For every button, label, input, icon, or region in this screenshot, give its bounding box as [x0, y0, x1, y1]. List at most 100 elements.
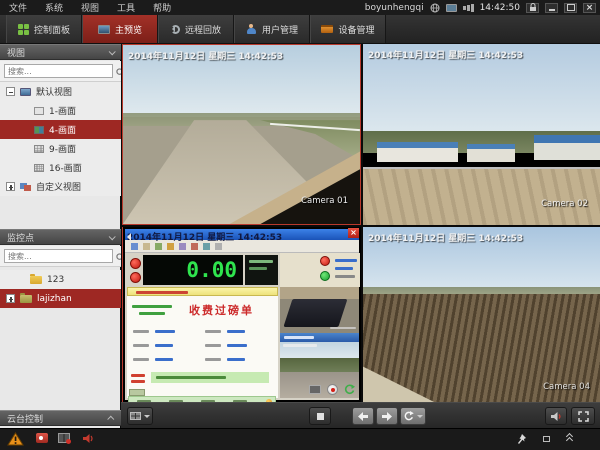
tree-node-label: 1-画面 [49, 104, 76, 117]
folder-icon [30, 276, 42, 284]
layout-1-icon [34, 107, 44, 115]
restore-button[interactable] [564, 3, 577, 13]
audio-button[interactable] [545, 407, 567, 425]
stop-icon [317, 413, 324, 420]
alarm-audio-icon[interactable] [82, 433, 94, 444]
tree-node-default-view[interactable]: 默认视图 [0, 82, 121, 101]
ptz-section-header[interactable]: 云台控制 [0, 410, 121, 426]
monitor-section-title: 监控点 [7, 231, 34, 244]
layout-select-button[interactable] [127, 407, 153, 425]
video-panel-4[interactable]: 2014年11月12日 星期三 14:42:53 Camera 04 [363, 227, 600, 402]
auto-switch-button[interactable] [400, 407, 426, 425]
close-icon[interactable]: × [348, 228, 359, 238]
view-group-icon [20, 88, 31, 96]
form-footer-chip [129, 389, 145, 396]
layout-16-icon [34, 164, 44, 172]
playback-icon [171, 25, 180, 34]
video-panel-1[interactable]: 2014年11月12日 星期三 14:42:53 Camera 01 [122, 44, 361, 225]
expand-up-icon[interactable] [566, 434, 574, 444]
red-light-icon [130, 258, 141, 269]
tab-label: 主预览 [115, 23, 142, 36]
video-panel-2[interactable]: 2014年11月12日 星期三 14:42:53 Camera 02 [363, 44, 600, 225]
refresh-icon[interactable] [344, 380, 355, 399]
globe-icon[interactable] [430, 3, 440, 13]
panel-hover-toolbar [309, 380, 355, 399]
tab-control-panel[interactable]: 控制面板 [6, 15, 82, 43]
minimize-button[interactable] [545, 3, 558, 13]
chevron-up-icon [107, 415, 114, 422]
menu-tools[interactable]: 工具 [108, 1, 144, 14]
view-section-title: 视图 [7, 46, 25, 59]
monitor-section-header[interactable]: 监控点 [0, 229, 121, 245]
monitor-tree: 123 lajizhan [0, 270, 121, 308]
main-tab-bar: 控制面板 主预览 远程回放 用户管理 设备管理 [0, 15, 600, 44]
view-section-header[interactable]: 视图 [0, 44, 121, 60]
camera-name-label: Camera 04 [543, 382, 590, 392]
tree-node-group-123[interactable]: 123 [0, 270, 121, 289]
menu-help[interactable]: 帮助 [144, 1, 180, 14]
menu-view[interactable]: 视图 [72, 1, 108, 14]
tree-node-9-screen[interactable]: 9-画面 [0, 139, 121, 158]
stop-all-button[interactable] [309, 407, 331, 425]
tree-node-4-screen-selected[interactable]: 4-画面 [0, 120, 121, 139]
tree-node-1-screen[interactable]: 1-画面 [0, 101, 121, 120]
building [377, 142, 458, 162]
logged-in-user: boyunhengqi [365, 3, 424, 13]
collapse-icon[interactable] [6, 87, 15, 96]
close-button[interactable] [583, 3, 596, 13]
expand-icon[interactable] [6, 294, 15, 303]
tree-node-group-lajizhan-selected[interactable]: lajizhan [0, 289, 121, 308]
osd-timestamp: 2014年11月12日 星期三 14:42:53 [127, 230, 282, 243]
camera-name-label: Camera 02 [541, 199, 588, 209]
tab-label: 控制面板 [34, 23, 70, 36]
video-panel-3[interactable]: 0.00 收费过磅单 [122, 227, 361, 402]
folder-icon [20, 295, 32, 303]
toll-form: 收费过磅单 [127, 296, 278, 398]
alarm-warning-icon[interactable] [7, 432, 24, 446]
device-icon [321, 25, 333, 33]
next-page-button[interactable] [376, 407, 398, 425]
tree-node-16-screen[interactable]: 16-画面 [0, 158, 121, 177]
network-status-icon[interactable] [463, 4, 474, 12]
record-icon[interactable] [327, 384, 338, 395]
alarm-video-icon[interactable] [36, 433, 48, 443]
menu-system[interactable]: 系统 [36, 1, 72, 14]
expand-icon[interactable] [6, 182, 15, 191]
alarm-grid-icon[interactable] [58, 433, 70, 443]
titlebar-right: boyunhengqi 14:42:50 [365, 3, 600, 13]
tab-remote-playback[interactable]: 远程回放 [158, 15, 234, 43]
tab-device-management[interactable]: 设备管理 [310, 15, 386, 43]
tab-user-management[interactable]: 用户管理 [234, 15, 310, 43]
tree-node-label: 自定义视图 [36, 180, 81, 193]
menu-file[interactable]: 文件 [0, 1, 36, 14]
lock-button[interactable] [526, 3, 539, 13]
previous-page-button[interactable] [352, 407, 374, 425]
arrow-left-icon [358, 412, 368, 421]
user-icon [246, 24, 257, 35]
tree-node-custom-view[interactable]: 自定义视图 [0, 177, 121, 196]
monitor-icon [98, 25, 110, 34]
tree-node-label: lajizhan [37, 294, 72, 304]
fullscreen-button[interactable] [571, 407, 595, 425]
pin-icon[interactable] [516, 433, 527, 445]
tree-node-label: 16-画面 [49, 161, 82, 174]
clock: 14:42:50 [480, 3, 520, 13]
alert-bar [127, 287, 278, 296]
fullscreen-icon [578, 411, 589, 422]
red-light-icon [320, 256, 330, 266]
tab-label: 设备管理 [338, 23, 374, 36]
panel-toggle-icon[interactable] [543, 436, 550, 442]
monitor-search-input[interactable] [4, 249, 113, 263]
display-status-icon[interactable] [446, 4, 457, 12]
tab-label: 用户管理 [262, 23, 298, 36]
layout-4-icon [34, 126, 44, 134]
screen-icon[interactable] [309, 385, 321, 394]
menu-bar: 文件 系统 视图 工具 帮助 boyunhengqi 14:42:50 [0, 0, 600, 15]
status-bar [0, 428, 600, 450]
view-search-input[interactable] [4, 64, 113, 78]
dirt-ground [363, 169, 600, 225]
preview-toolbar [121, 402, 600, 428]
custom-view-icon [20, 183, 31, 191]
tab-main-preview[interactable]: 主预览 [82, 15, 158, 43]
chevron-down-icon [109, 233, 116, 240]
